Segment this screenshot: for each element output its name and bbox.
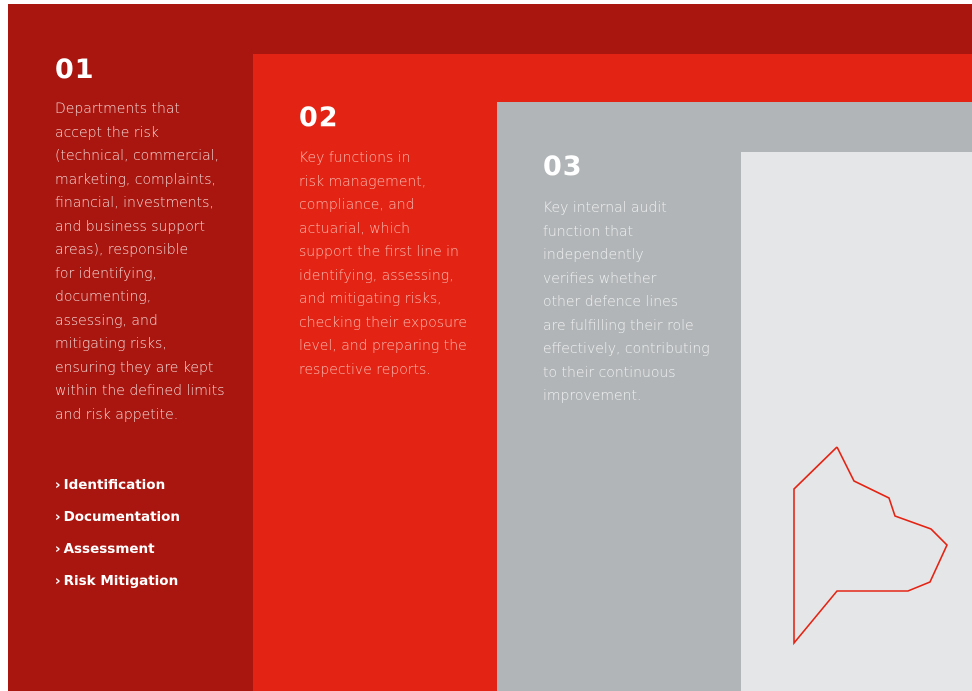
chevron-right-icon: › xyxy=(55,541,61,557)
third-line-description: Key internal audit function that indepen… xyxy=(543,200,710,404)
step-risk-mitigation: › Risk Mitigation xyxy=(55,570,180,602)
step-label: Assessment xyxy=(63,541,155,557)
chevron-right-icon: › xyxy=(55,477,61,493)
first-line-number: 01 xyxy=(55,54,95,85)
step-identification: › Identification xyxy=(55,474,180,506)
chevron-right-icon: › xyxy=(55,573,61,589)
first-line-description: Departments that accept the risk (techni… xyxy=(55,101,225,423)
step-label: Risk Mitigation xyxy=(63,573,179,589)
second-line-number: 02 xyxy=(299,102,339,133)
third-line-number: 03 xyxy=(543,151,583,182)
red-outline-map-icon xyxy=(793,446,948,646)
second-line-description: Key functions in risk management, compli… xyxy=(299,150,468,378)
step-label: Documentation xyxy=(63,509,181,525)
step-documentation: › Documentation xyxy=(55,506,180,538)
first-line-steps: › Identification › Documentation › Assessme… xyxy=(55,474,180,602)
outline-path xyxy=(793,446,948,646)
chevron-right-icon: › xyxy=(55,509,61,525)
step-assessment: › Assessment xyxy=(55,538,180,570)
step-label: Identification xyxy=(63,477,166,493)
